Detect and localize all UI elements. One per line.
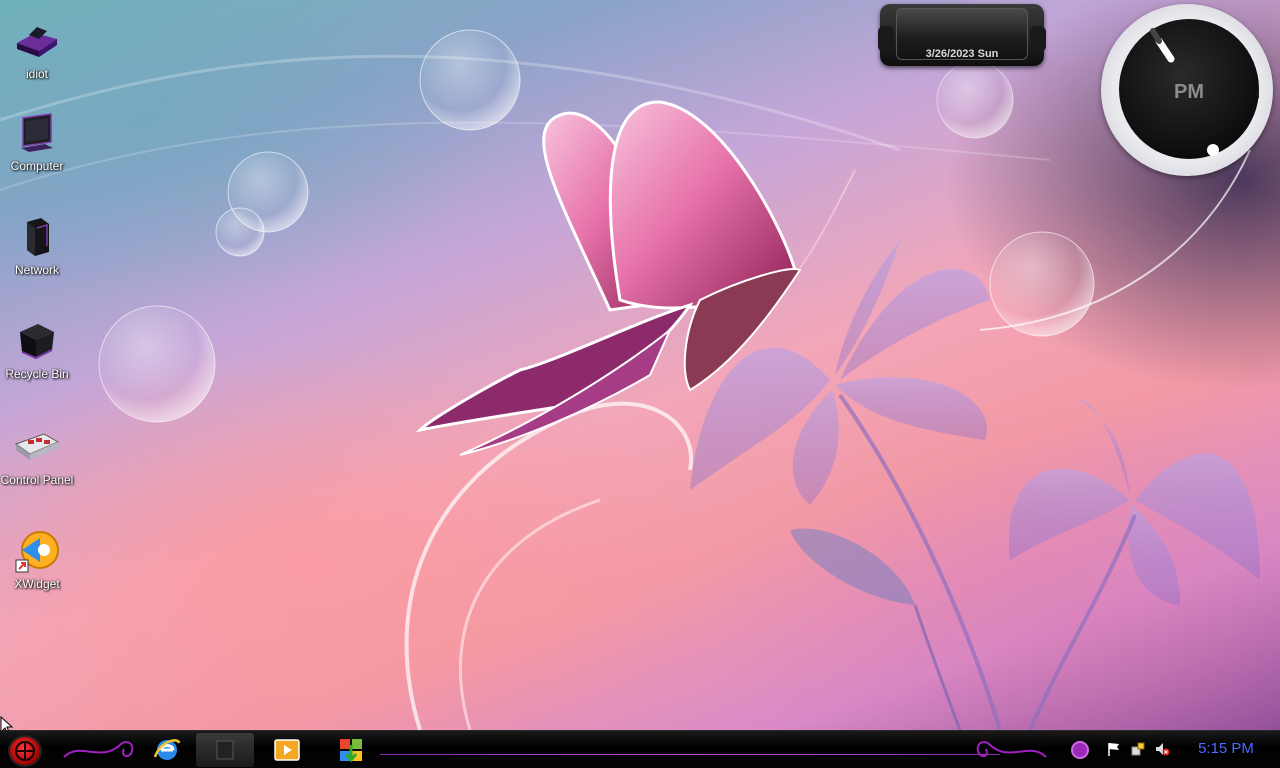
network-tray-icon[interactable] xyxy=(1130,741,1146,757)
desktop-icon-control-panel[interactable]: Control Panel xyxy=(0,424,74,488)
control-panel-icon xyxy=(14,424,60,470)
clock-minute-marker xyxy=(1207,144,1219,156)
start-button[interactable] xyxy=(8,735,42,767)
date-widget-text: 3/26/2023 Sun xyxy=(925,48,999,60)
taskbar-app-windows-update[interactable] xyxy=(322,733,380,767)
media-player-icon xyxy=(274,739,300,761)
taskbar-ornament-right xyxy=(976,741,1047,758)
action-center-flag-icon[interactable] xyxy=(1106,741,1122,757)
desktop-icon-label: XWidget xyxy=(14,577,60,591)
taskbar: 5:15 PM xyxy=(0,730,1280,768)
purple-app-icon[interactable] xyxy=(1068,739,1092,761)
clock-widget[interactable]: PM xyxy=(1101,4,1273,176)
network-icon xyxy=(14,214,60,260)
internet-explorer-icon xyxy=(153,739,181,760)
wallpaper xyxy=(0,29,1260,730)
windows-update-icon xyxy=(340,739,362,763)
taskbar-clock[interactable]: 5:15 PM xyxy=(1186,740,1266,757)
taskbar-ornament-left xyxy=(63,741,134,758)
clock-hands xyxy=(1150,28,1259,156)
recycle-bin-icon xyxy=(14,318,60,364)
taskbar-app-media-player[interactable] xyxy=(258,733,316,767)
taskbar-accent-line xyxy=(380,754,1000,755)
desktop-icon-user-folder[interactable]: idiot xyxy=(0,18,74,82)
desktop-icon-label: Recycle Bin xyxy=(5,367,69,381)
clock-face: PM xyxy=(1119,19,1259,159)
desktop-icon-label: Control Panel xyxy=(0,473,74,487)
window-icon xyxy=(216,740,234,760)
taskbar-app-window-switcher[interactable] xyxy=(196,733,254,767)
desktop-icon-computer[interactable]: Computer xyxy=(0,110,74,174)
desktop-icon-label: Network xyxy=(14,263,59,277)
clock-second-marker xyxy=(1257,89,1259,99)
xwidget-icon xyxy=(14,528,60,574)
date-widget[interactable]: 3/26/2023 Sun xyxy=(878,4,1046,66)
user-folder-icon xyxy=(14,18,60,64)
desktop-icon-label: Computer xyxy=(10,159,64,173)
computer-icon xyxy=(14,110,60,156)
desktop-icon-recycle-bin[interactable]: Recycle Bin xyxy=(0,318,74,382)
clock-hour-hand xyxy=(1155,37,1175,63)
clock-hour-hand-tail xyxy=(1150,28,1162,44)
desktop-icon-label: idiot xyxy=(25,67,48,81)
desktop-icon-network[interactable]: Network xyxy=(0,214,74,278)
taskbar-app-internet-explorer[interactable] xyxy=(138,733,196,767)
volume-muted-icon[interactable] xyxy=(1154,741,1170,757)
desktop-icon-xwidget[interactable]: XWidget xyxy=(0,528,74,592)
start-orb-icon xyxy=(15,741,35,761)
